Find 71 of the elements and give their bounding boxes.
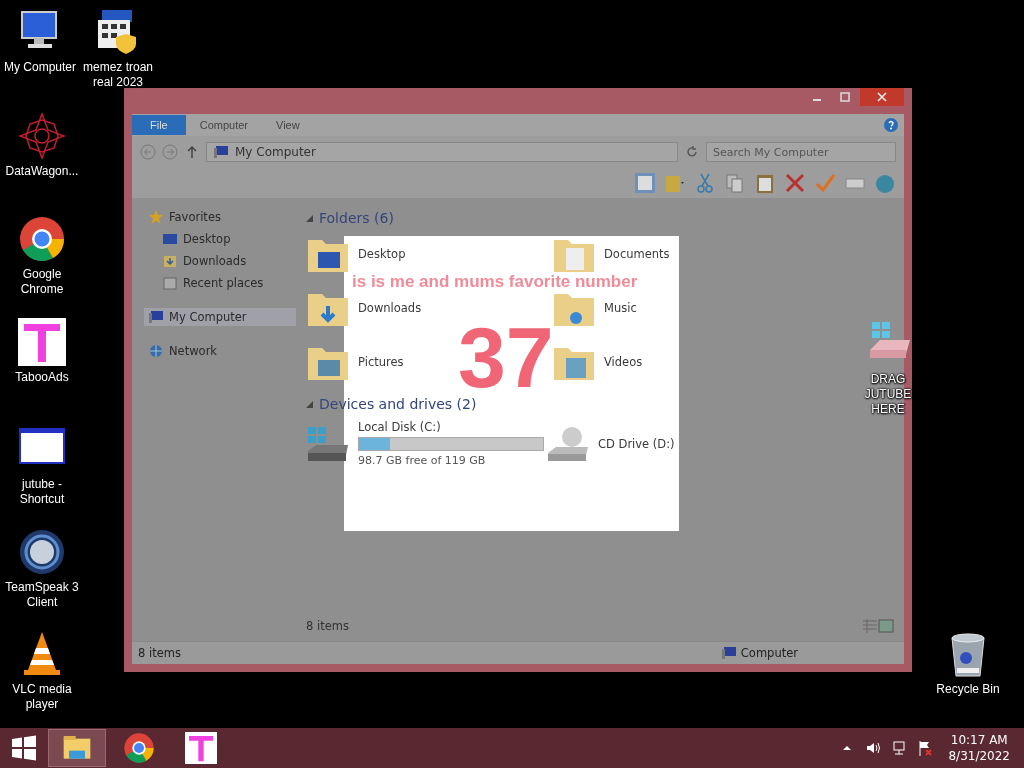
- chrome-icon[interactable]: [18, 215, 66, 263]
- item-count: 8 items: [306, 619, 349, 633]
- folder-name[interactable]: Downloads: [358, 301, 422, 315]
- search-field[interactable]: Search My Computer: [706, 142, 896, 162]
- checkmark-icon[interactable]: [814, 172, 836, 194]
- free-space-text: 98.7 GB free of 119 GB: [358, 454, 487, 467]
- hard-drive-icon[interactable]: [306, 424, 350, 463]
- computer-icon: [213, 144, 229, 160]
- overlay-number: 37: [458, 322, 554, 392]
- status-location: Computer: [740, 646, 798, 660]
- star-icon: [148, 209, 164, 225]
- paste-icon[interactable]: [754, 172, 776, 194]
- file-menu-tab[interactable]: File: [132, 115, 186, 135]
- drive-name[interactable]: Local Disk (C:): [358, 420, 544, 434]
- delete-icon[interactable]: [784, 172, 806, 194]
- desktop-icon-label: TabooAds: [15, 370, 69, 385]
- desktop-icon-label: Recycle Bin: [936, 682, 1000, 697]
- status-item-count: 8 items: [138, 646, 181, 660]
- folder-name[interactable]: Videos: [604, 355, 643, 369]
- network-icon[interactable]: [891, 740, 908, 756]
- ring-icon[interactable]: [18, 528, 66, 576]
- desktop-icon-label: memez troan real 2023: [82, 60, 154, 90]
- nav-item[interactable]: My Computer: [144, 308, 296, 326]
- windows-logo-icon: [11, 735, 37, 761]
- folder-name[interactable]: Music: [604, 301, 637, 315]
- computer-icon: [720, 645, 737, 661]
- collapse-icon[interactable]: [306, 214, 313, 222]
- desktop-icon-label: DRAG JUTUBE HERE: [863, 372, 913, 417]
- overlay-caption: is is me and mums favorite number: [352, 272, 638, 292]
- close-icon: [877, 92, 887, 102]
- collapse-icon[interactable]: [306, 400, 313, 408]
- folder-name[interactable]: Desktop: [358, 247, 406, 261]
- desktop-icon: [162, 231, 178, 247]
- drive-name[interactable]: CD Drive (D:): [598, 436, 675, 451]
- cd-drive-icon[interactable]: [546, 424, 590, 463]
- nav-item[interactable]: Network: [144, 342, 296, 360]
- address-bar[interactable]: My Computer: [206, 142, 678, 162]
- address-text: My Computer: [235, 145, 316, 159]
- desktop-icon-label: DataWagon...: [5, 164, 79, 179]
- refresh-icon[interactable]: [684, 144, 700, 160]
- copy-icon[interactable]: [724, 172, 746, 194]
- star-icon[interactable]: [18, 112, 66, 160]
- desktop-icon-label: Google Chrome: [19, 267, 65, 297]
- flag-icon[interactable]: [917, 740, 934, 756]
- downloads-icon: [162, 253, 178, 269]
- clock-date[interactable]: 8/31/2022: [948, 748, 1010, 764]
- minimize-icon: [812, 99, 822, 101]
- nav-item[interactable]: Downloads: [144, 252, 296, 270]
- speaker-icon[interactable]: [865, 740, 882, 756]
- desktop-icon-label: My Computer: [4, 60, 76, 75]
- chrome-icon: [123, 732, 155, 764]
- desktop-icon-label: VLC media player: [11, 682, 73, 712]
- maximize-icon: [840, 92, 850, 102]
- nav-item[interactable]: Desktop: [144, 230, 296, 248]
- ribbon-tab[interactable]: View: [262, 115, 314, 135]
- ribbon-tab[interactable]: Computer: [185, 115, 263, 135]
- recent-places-icon: [162, 275, 178, 291]
- folder-name[interactable]: Pictures: [358, 355, 404, 369]
- nav-item[interactable]: Favorites: [144, 208, 296, 226]
- help-icon[interactable]: [884, 118, 898, 132]
- desktop-icon-label: TeamSpeak 3 Client: [4, 580, 80, 610]
- close-button[interactable]: [860, 88, 904, 106]
- desktop-icon-label: jutube - Shortcut: [18, 477, 66, 507]
- folder-name[interactable]: Documents: [604, 247, 670, 261]
- section-header: Devices and drives (2): [319, 396, 477, 412]
- network-icon: [148, 343, 164, 359]
- preview-pane-icon[interactable]: [634, 172, 656, 194]
- nav-item[interactable]: Recent places: [144, 274, 296, 292]
- clock-time[interactable]: 10:17 AM: [948, 732, 1010, 748]
- section-header: Folders (6): [319, 210, 394, 226]
- computer-icon: [148, 309, 164, 325]
